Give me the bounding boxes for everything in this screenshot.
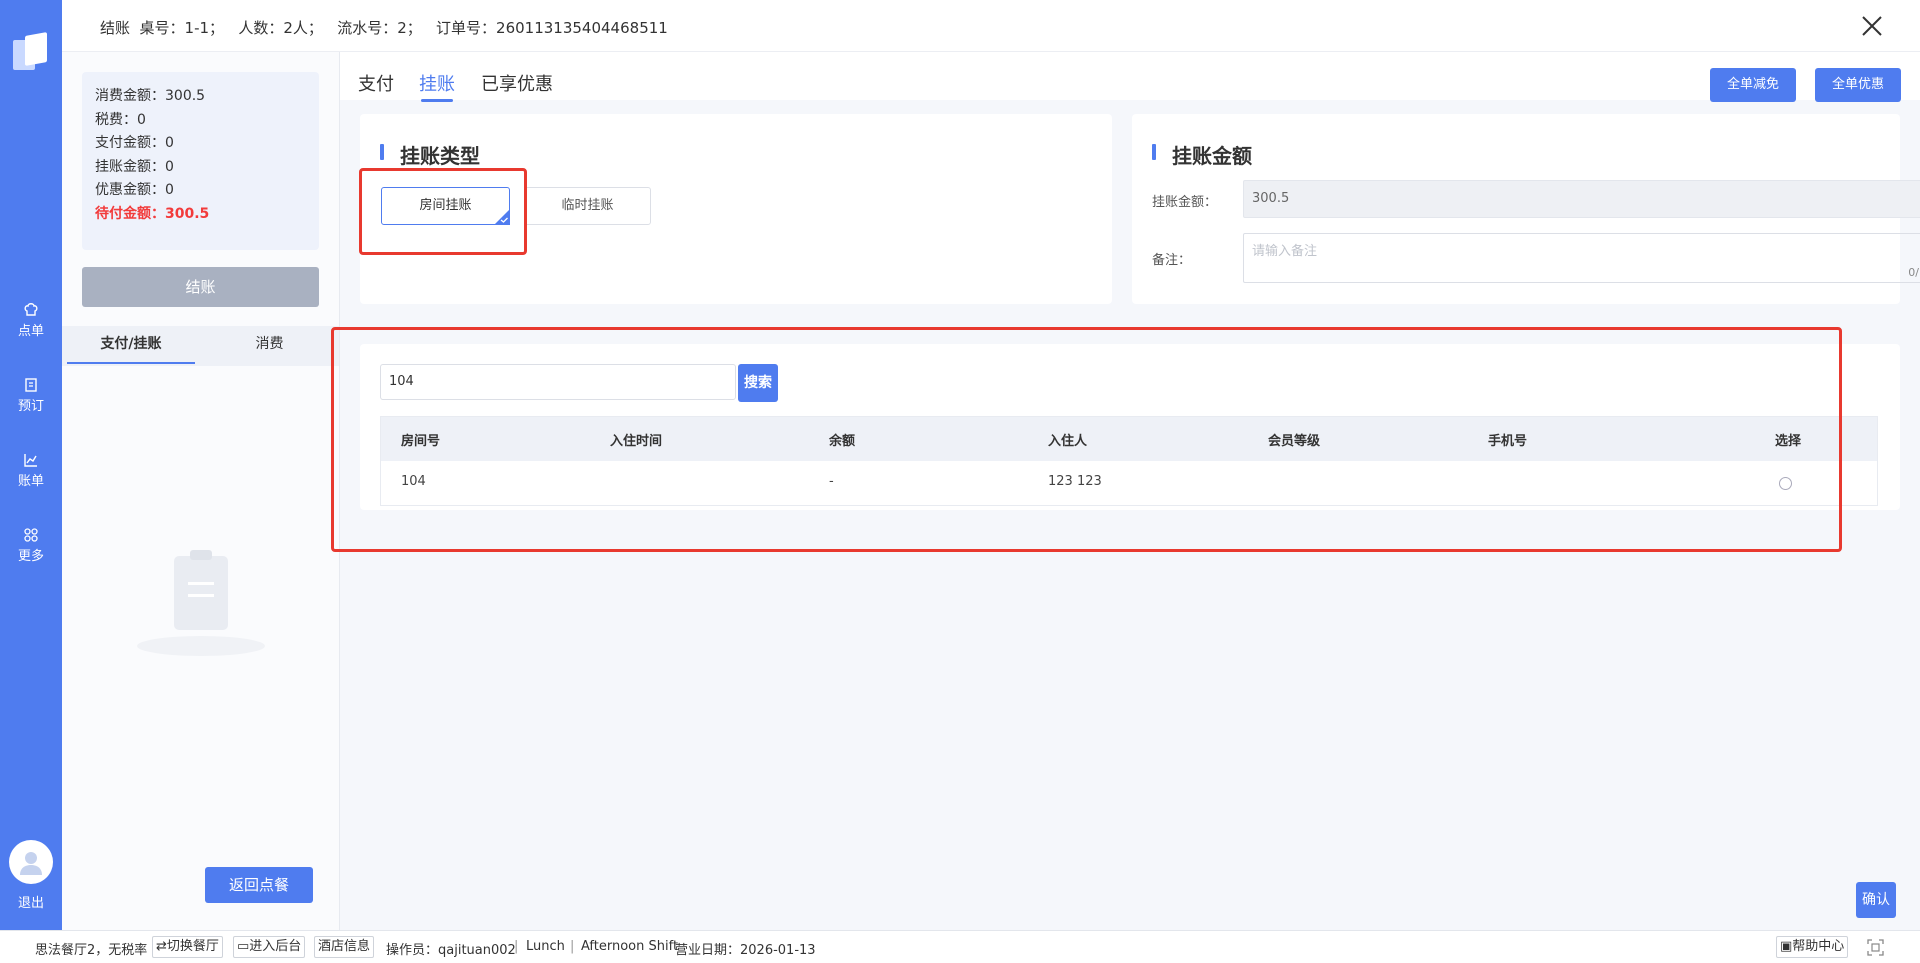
summary-panel: 消费金额：300.5 税费：0 支付金额：0 挂账金额：0 优惠金额：0 待付金…: [62, 52, 340, 930]
table-header: [381, 417, 1877, 461]
back-to-order-button[interactable]: 返回点餐: [205, 867, 313, 903]
avatar[interactable]: [9, 840, 53, 884]
nav-item-reservation[interactable]: 预订: [0, 377, 62, 414]
amount-summary: 消费金额：300.5 税费：0 支付金额：0 挂账金额：0 优惠金额：0 待付金…: [82, 72, 319, 250]
account-type-card: 挂账类型 房间挂账 临时挂账: [360, 114, 1112, 304]
remark-label: 备注：: [1152, 253, 1192, 268]
full-waive-button[interactable]: 全单减免: [1710, 68, 1796, 102]
discount-amount: 优惠金额：0: [95, 182, 174, 198]
temporary-account-option[interactable]: 临时挂账: [524, 187, 651, 225]
row-room-number: 104: [401, 474, 426, 489]
room-search-card: 104 搜索 房间号 入住时间 余额 入住人 会员等级 手机号 选择 104 -…: [360, 344, 1900, 510]
tab-discounts[interactable]: 已享优惠: [481, 70, 553, 96]
account-amount-card: 挂账金额 挂账金额： 300.5 备注： 请输入备注 0/150: [1132, 114, 1920, 304]
nav-label-more: 更多: [17, 549, 44, 564]
col-checkin-time: 入住时间: [610, 434, 663, 449]
chart-icon: [24, 454, 37, 467]
logout-button[interactable]: 退出: [0, 892, 62, 911]
tax-amount: 税费：0: [95, 111, 146, 128]
tab-payment[interactable]: 支付: [358, 70, 394, 96]
enter-backend-label: 进入后台: [249, 939, 302, 954]
col-select: 选择: [1775, 434, 1802, 449]
consume-amount: 消费金额：300.5: [95, 88, 206, 104]
confirm-button[interactable]: 确认: [1856, 882, 1896, 918]
nav-item-order[interactable]: 点单: [0, 302, 62, 339]
row-select-radio[interactable]: [1779, 477, 1792, 490]
remark-field[interactable]: 请输入备注 0/150: [1243, 233, 1920, 283]
left-tabs: 支付/挂账 消费: [62, 326, 339, 366]
restaurant-info: 思法餐厅2，无税率: [35, 943, 148, 958]
nav-label-bills: 账单: [17, 474, 44, 489]
room-table: 房间号 入住时间 余额 入住人 会员等级 手机号 选择 104 - 123 12…: [380, 416, 1878, 506]
enter-backend-button[interactable]: ▭进入后台: [233, 936, 306, 958]
check-icon: [494, 209, 510, 225]
switch-restaurant-label: 切换餐厅: [166, 939, 219, 954]
nav-label-order: 点单: [17, 324, 44, 339]
chef-hat-icon: [24, 303, 38, 316]
col-phone: 手机号: [1488, 434, 1528, 449]
app-logo: [13, 32, 47, 70]
amount-field: 300.5: [1243, 180, 1920, 218]
full-discount-button[interactable]: 全单优惠: [1815, 68, 1901, 102]
empty-clipboard-icon: [137, 550, 265, 656]
amount-label: 挂账金额：: [1152, 195, 1218, 210]
tab-on-account[interactable]: 挂账: [419, 70, 455, 102]
fullscreen-icon[interactable]: [1867, 939, 1884, 956]
nav-item-more[interactable]: 更多: [0, 527, 62, 564]
account-amount-title: 挂账金额: [1152, 140, 1252, 169]
shift-info: Afternoon Shift: [581, 939, 679, 954]
nav-label-reservation: 预订: [17, 399, 44, 414]
notebook-icon: [25, 378, 37, 392]
tab-consumption[interactable]: 消费: [200, 326, 339, 366]
help-center-button[interactable]: ▣帮助中心: [1776, 936, 1849, 958]
row-guest: 123 123: [1048, 474, 1102, 489]
top-bar: 结账 桌号：1-1； 人数：2人； 流水号：2； 订单号：26011313540…: [62, 0, 1920, 52]
room-search-input[interactable]: 104: [380, 364, 736, 400]
business-date: 营业日期：2026-01-13: [675, 943, 816, 958]
switch-restaurant-button[interactable]: ⇄切换餐厅: [152, 936, 223, 958]
tab-payment-account[interactable]: 支付/挂账: [62, 326, 200, 366]
separator: |: [570, 939, 575, 954]
paid-amount: 支付金额：0: [95, 135, 174, 151]
room-account-label: 房间挂账: [419, 198, 472, 213]
page-title: 结账 桌号：1-1； 人数：2人； 流水号：2； 订单号：26011313540…: [100, 19, 668, 37]
remark-placeholder: 请输入备注: [1252, 244, 1318, 259]
onaccount-amount: 挂账金额：0: [95, 158, 174, 175]
col-balance: 余额: [829, 434, 856, 449]
left-rail: 点单 预订 账单 更多 退出: [0, 0, 62, 930]
due-amount: 待付金额：300.5: [95, 205, 210, 222]
grid-icon: [24, 528, 38, 542]
separator: |: [514, 939, 519, 954]
col-room-number: 房间号: [401, 434, 441, 449]
operator-info: 操作员：qajituan002: [386, 943, 516, 958]
help-center-label: 帮助中心: [1792, 939, 1845, 954]
hotel-info-button[interactable]: 酒店信息: [314, 936, 375, 958]
col-member-level: 会员等级: [1268, 434, 1321, 449]
temporary-account-label: 临时挂账: [561, 198, 614, 213]
status-bar: 思法餐厅2，无税率 ⇄切换餐厅 ▭进入后台 酒店信息 操作员：qajituan0…: [0, 930, 1920, 963]
meal-period: Lunch: [526, 939, 565, 954]
checkout-button[interactable]: 结账: [82, 267, 319, 307]
search-button[interactable]: 搜索: [738, 364, 778, 402]
tab-on-account-label: 挂账: [419, 74, 455, 95]
account-type-title: 挂账类型: [380, 140, 480, 169]
remark-counter: 0/150: [1908, 266, 1920, 279]
col-guest: 入住人: [1048, 434, 1088, 449]
tab-payment-account-label: 支付/挂账: [100, 336, 162, 352]
row-balance: -: [829, 474, 834, 489]
tab-consumption-label: 消费: [255, 336, 284, 352]
room-account-option[interactable]: 房间挂账: [381, 187, 510, 225]
close-icon[interactable]: [1860, 14, 1884, 38]
nav-item-bills[interactable]: 账单: [0, 452, 62, 489]
user-icon: [20, 852, 42, 875]
